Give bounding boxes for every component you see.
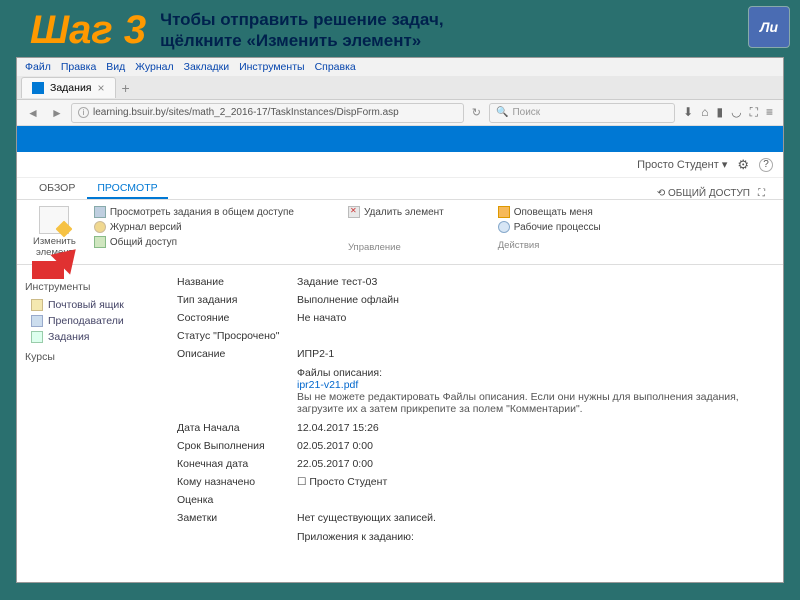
sharepoint-icon — [32, 82, 44, 94]
share-button[interactable]: ⟲ ОБЩИЙ ДОСТУП — [657, 188, 750, 199]
value-desc: ИПР2-1 — [297, 348, 773, 360]
file-link[interactable]: ipr21-v21.pdf — [297, 379, 773, 391]
teachers-icon — [31, 315, 43, 327]
files-header: Файлы описания: — [297, 367, 773, 379]
menu-history[interactable]: Журнал — [135, 61, 173, 73]
history-icon — [94, 221, 106, 233]
tab-title: Задания — [50, 82, 92, 94]
menu-edit[interactable]: Правка — [61, 61, 96, 73]
tab-view[interactable]: ПРОСМОТР — [87, 179, 167, 199]
menu-bookmarks[interactable]: Закладки — [184, 61, 229, 73]
task-details: НазваниеЗадание тест-03 Тип заданияВыпол… — [167, 265, 783, 582]
menu-view[interactable]: Вид — [106, 61, 125, 73]
delete-item-button[interactable]: Удалить элемент — [348, 206, 444, 218]
browser-tab[interactable]: Задания × — [21, 77, 116, 98]
label-desc: Описание — [177, 348, 297, 360]
browser-menu-bar: Файл Правка Вид Журнал Закладки Инструме… — [17, 58, 783, 76]
value-start: 12.04.2017 15:26 — [297, 422, 773, 434]
workflow-icon — [498, 221, 510, 233]
tab-bar: Задания × + — [17, 76, 783, 100]
workflows-button[interactable]: Рабочие процессы — [498, 221, 601, 233]
label-assigned: Кому назначено — [177, 476, 297, 488]
view-public-button[interactable]: Просмотреть задания в общем доступе — [94, 206, 294, 218]
new-tab-button[interactable]: + — [122, 80, 130, 96]
menu-icon[interactable]: ≡ — [766, 105, 773, 120]
pocket-icon[interactable]: ◡ — [731, 105, 741, 120]
label-notes: Заметки — [177, 512, 297, 524]
value-assigned: ☐ Просто Студент — [297, 476, 773, 488]
home-icon[interactable]: ⌂ — [701, 105, 708, 120]
url-input[interactable]: i learning.bsuir.by/sites/math_2_2016-17… — [71, 103, 464, 123]
label-start: Дата Начала — [177, 422, 297, 434]
nav-teachers[interactable]: Преподаватели — [25, 313, 159, 329]
value-type: Выполнение офлайн — [297, 294, 773, 306]
ribbon-body: Изменитьэлемент Просмотреть задания в об… — [17, 200, 783, 265]
search-input[interactable]: 🔍 Поиск — [489, 103, 675, 123]
download-icon[interactable]: ⬇ — [683, 105, 693, 120]
back-button[interactable]: ◄ — [23, 103, 43, 123]
user-bar: Просто Студент ▾ ⚙ ? — [17, 152, 783, 178]
share-access-button[interactable]: Общий доступ — [94, 236, 294, 248]
gear-icon[interactable]: ⚙ — [737, 157, 749, 173]
bookmark-icon[interactable]: ▮ — [716, 105, 723, 120]
tasks-icon — [31, 331, 43, 343]
value-name: Задание тест-03 — [297, 276, 773, 288]
value-end: 22.05.2017 0:00 — [297, 458, 773, 470]
label-status: Статус "Просрочено" — [177, 330, 297, 342]
menu-help[interactable]: Справка — [315, 61, 356, 73]
value-due: 02.05.2017 0:00 — [297, 440, 773, 452]
attachments-header: Приложения к заданию: — [297, 527, 773, 547]
label-name: Название — [177, 276, 297, 288]
close-icon[interactable]: × — [98, 81, 105, 95]
step-title: Шаг 3 — [30, 8, 146, 53]
version-history-button[interactable]: Журнал версий — [94, 221, 294, 233]
delete-icon — [348, 206, 360, 218]
document-icon — [94, 206, 106, 218]
label-grade: Оценка — [177, 494, 297, 506]
menu-file[interactable]: Файл — [25, 61, 51, 73]
mail-icon — [31, 299, 43, 311]
label-due: Срок Выполнения — [177, 440, 297, 452]
label-end: Конечная дата — [177, 458, 297, 470]
reload-button[interactable]: ↻ — [468, 106, 485, 119]
manage-group-label: Управление — [348, 238, 444, 253]
browser-window: Файл Правка Вид Журнал Закладки Инструме… — [16, 57, 784, 583]
nav-tasks[interactable]: Задания — [25, 329, 159, 345]
actions-group-label: Действия — [498, 236, 601, 251]
search-icon: 🔍 — [496, 107, 508, 118]
forward-button[interactable]: ► — [47, 103, 67, 123]
ribbon: ОБЗОР ПРОСМОТР ⟲ ОБЩИЙ ДОСТУП ⛶ — [17, 178, 783, 200]
alert-icon — [498, 206, 510, 218]
left-navigation: Инструменты Почтовый ящик Преподаватели … — [17, 265, 167, 582]
nav-mailbox[interactable]: Почтовый ящик — [25, 297, 159, 313]
fullscreen-icon[interactable]: ⛶ — [750, 105, 758, 120]
site-info-icon[interactable]: i — [78, 107, 89, 118]
user-name[interactable]: Просто Студент ▾ — [637, 158, 727, 171]
label-type: Тип задания — [177, 294, 297, 306]
address-bar: ◄ ► i learning.bsuir.by/sites/math_2_201… — [17, 100, 783, 126]
edit-icon — [39, 206, 69, 234]
value-state: Не начато — [297, 312, 773, 324]
menu-tools[interactable]: Инструменты — [239, 61, 304, 73]
share-icon — [94, 236, 106, 248]
focus-icon[interactable]: ⛶ — [758, 188, 765, 199]
sharepoint-suite-bar — [17, 126, 783, 152]
nav-section-tools: Инструменты — [25, 281, 159, 293]
files-note: Вы не можете редактировать Файлы описани… — [297, 391, 773, 415]
university-logo: Ли — [748, 6, 790, 48]
nav-section-courses: Курсы — [25, 351, 159, 363]
value-notes: Нет существующих записей. — [297, 512, 773, 524]
alert-me-button[interactable]: Оповещать меня — [498, 206, 601, 218]
step-subtitle: Чтобы отправить решение задач, щёлкните … — [160, 10, 770, 51]
label-state: Состояние — [177, 312, 297, 324]
tab-overview[interactable]: ОБЗОР — [29, 179, 85, 199]
help-icon[interactable]: ? — [759, 158, 773, 172]
